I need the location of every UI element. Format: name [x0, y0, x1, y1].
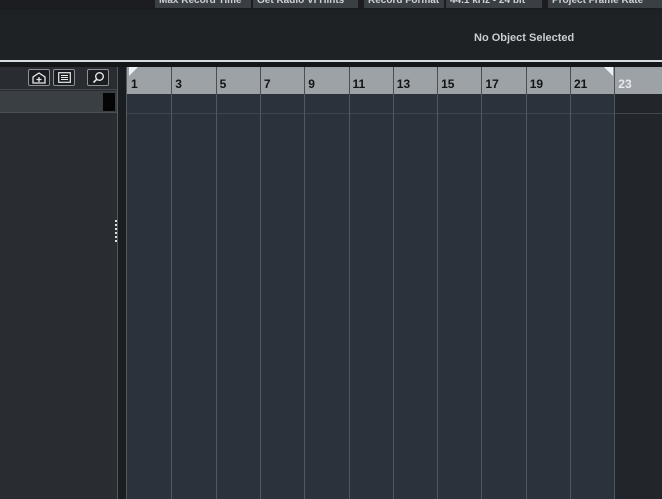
- track-header-row[interactable]: [0, 91, 117, 113]
- ruler-tick: [437, 67, 439, 94]
- ruler-bar-number: 19: [529, 77, 544, 91]
- cubase-project-window: Max Record Time Get Radio VI Hints Recor…: [0, 0, 662, 499]
- add-track-icon[interactable]: [28, 69, 50, 86]
- ruler-bar-number: 11: [352, 77, 366, 91]
- ruler-bar-number: 15: [441, 77, 455, 91]
- event-display[interactable]: [127, 94, 662, 499]
- ruler-bar-number: 9: [308, 77, 315, 91]
- status-bar: Max Record Time Get Radio VI Hints Recor…: [0, 0, 662, 10]
- ruler-tick: [481, 67, 483, 94]
- ruler-tick: [259, 67, 261, 94]
- track-row-separator: [127, 113, 662, 114]
- locator-range: [127, 94, 614, 499]
- track-list-body[interactable]: [0, 114, 117, 499]
- ruler-tick: [304, 67, 306, 94]
- status-frame-rate[interactable]: Project Frame Rate: [548, 0, 662, 8]
- search-icon[interactable]: [87, 69, 109, 86]
- panel-separator[interactable]: [117, 67, 127, 499]
- ruler-bar-number: 3: [175, 77, 182, 91]
- bar-grid-line: [348, 94, 350, 499]
- bar-grid-line: [215, 94, 217, 499]
- bar-grid-line: [171, 94, 173, 499]
- track-list-panel: [0, 67, 117, 499]
- no-object-selected-label: No Object Selected: [474, 32, 575, 44]
- bar-grid-line: [614, 94, 616, 499]
- ruler-bar-number: 13: [396, 77, 411, 91]
- timeline-ruler[interactable]: 1 3 5 7 9 11 13 15 17 19 21 23: [127, 67, 662, 94]
- status-sample-rate[interactable]: 44.1 kHz - 24 bit: [446, 0, 542, 8]
- ruler-tick: [525, 67, 527, 94]
- bar-grid-line: [259, 94, 261, 499]
- right-locator-marker[interactable]: [604, 67, 613, 76]
- bar-grid-line: [525, 94, 527, 499]
- ruler-bar-number: 21: [574, 77, 588, 91]
- ruler-bar-number: 7: [263, 77, 271, 91]
- beyond-range-area: [614, 94, 662, 499]
- bar-grid-line: [481, 94, 483, 499]
- ruler-bar-number: 5: [219, 77, 227, 91]
- ruler-bar-number: 17: [485, 77, 499, 91]
- bar-grid-line: [570, 94, 571, 499]
- ruler-tick: [171, 67, 173, 94]
- ruler-tick: [392, 67, 394, 94]
- info-line: No Object Selected: [0, 15, 662, 60]
- track-color-strip: [103, 93, 115, 111]
- ruler-bar-number: 1: [131, 77, 138, 91]
- bar-grid-line: [392, 94, 394, 499]
- status-radio-hints[interactable]: Get Radio VI Hints: [253, 0, 358, 8]
- track-list-icon[interactable]: [53, 69, 75, 86]
- ruler-tick: [348, 67, 350, 94]
- bar-grid-line: [304, 94, 306, 499]
- ruler-bar-number: 23: [618, 77, 632, 91]
- ruler-tick: [215, 67, 217, 94]
- track-list-toolbar: [0, 67, 117, 90]
- status-max-record-time[interactable]: Max Record Time: [155, 0, 251, 8]
- status-record-format[interactable]: Record Format: [364, 0, 444, 8]
- ruler-tick: [614, 67, 616, 94]
- left-locator-marker[interactable]: [129, 67, 138, 76]
- bar-grid-line: [437, 94, 439, 499]
- ruler-tick: [570, 67, 571, 94]
